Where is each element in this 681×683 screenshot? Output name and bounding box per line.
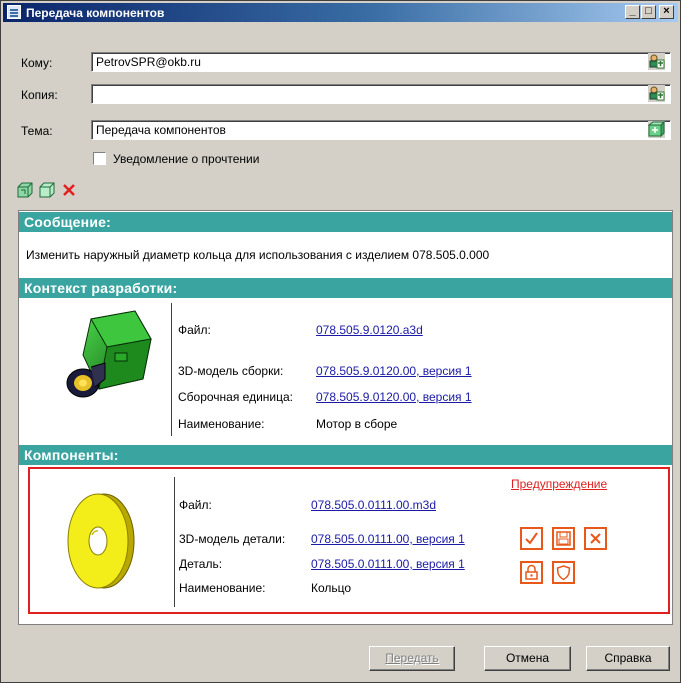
subject-field[interactable]: Передача компонентов bbox=[91, 120, 671, 140]
context-section-header: Контекст разработки: bbox=[19, 278, 672, 298]
reject-button[interactable] bbox=[584, 527, 607, 550]
context-assembly-label: Сборочная единица: bbox=[178, 390, 294, 404]
ring-part-image bbox=[67, 493, 135, 589]
add-part-icon[interactable] bbox=[38, 181, 56, 199]
read-receipt-checkbox[interactable] bbox=[93, 152, 106, 165]
components-section-header: Компоненты: bbox=[19, 445, 672, 465]
dialog-window: Передача компонентов _ □ × Кому: PetrovS… bbox=[0, 0, 681, 683]
lock-icon bbox=[525, 564, 538, 580]
address-book-icon bbox=[649, 54, 665, 69]
context-file-link[interactable]: 078.505.9.0120.a3d bbox=[316, 323, 423, 337]
component-add-icon bbox=[647, 120, 666, 138]
to-field[interactable]: PetrovSPR@okb.ru bbox=[91, 52, 671, 72]
component-name-value: Кольцо bbox=[311, 581, 352, 595]
minimize-button[interactable]: _ bbox=[625, 5, 640, 19]
context-model-label: 3D-модель сборки: bbox=[178, 364, 284, 378]
protect-button[interactable] bbox=[552, 561, 575, 584]
component-part-label: Деталь: bbox=[179, 557, 223, 571]
title-bar[interactable]: Передача компонентов _ □ × bbox=[3, 3, 678, 22]
warning-link[interactable]: Предупреждение bbox=[511, 477, 607, 491]
window-title: Передача компонентов bbox=[26, 6, 165, 20]
component-card: Файл: 078.505.0.0111.00.m3d 3D-модель де… bbox=[28, 467, 670, 614]
subject-label: Тема: bbox=[21, 124, 53, 138]
context-name-label: Наименование: bbox=[178, 417, 265, 431]
address-book-cc-button[interactable] bbox=[648, 85, 665, 102]
address-book-icon bbox=[649, 86, 665, 101]
context-divider bbox=[171, 303, 172, 436]
add-assembly-icon[interactable] bbox=[16, 181, 34, 199]
content-panel: Сообщение: Изменить наружный диаметр кол… bbox=[18, 210, 673, 625]
maximize-button[interactable]: □ bbox=[641, 5, 656, 19]
lock-button[interactable] bbox=[520, 561, 543, 584]
component-file-link[interactable]: 078.505.0.0111.00.m3d bbox=[311, 498, 436, 512]
message-section-header: Сообщение: bbox=[19, 212, 672, 232]
to-label: Кому: bbox=[21, 56, 53, 70]
component-divider bbox=[174, 477, 175, 607]
message-text: Изменить наружный диаметр кольца для исп… bbox=[26, 248, 490, 262]
save-button[interactable] bbox=[552, 527, 575, 550]
context-model-link[interactable]: 078.505.9.0120.00, версия 1 bbox=[316, 364, 472, 378]
component-model-link[interactable]: 078.505.0.0111.00, версия 1 bbox=[311, 532, 465, 546]
context-file-label: Файл: bbox=[178, 323, 211, 337]
close-button[interactable]: × bbox=[659, 5, 674, 19]
close-icon bbox=[590, 533, 601, 544]
help-button[interactable]: Справка bbox=[586, 646, 670, 671]
component-file-label: Файл: bbox=[179, 498, 212, 512]
send-button[interactable]: Передать bbox=[369, 646, 455, 671]
check-icon bbox=[525, 532, 538, 545]
shield-icon bbox=[556, 565, 571, 581]
address-book-to-button[interactable] bbox=[648, 53, 665, 70]
read-receipt-label: Уведомление о прочтении bbox=[113, 152, 260, 166]
delete-icon[interactable] bbox=[60, 181, 78, 199]
cc-field[interactable] bbox=[91, 84, 671, 104]
accept-button[interactable] bbox=[520, 527, 543, 550]
context-name-value: Мотор в сборе bbox=[316, 417, 398, 431]
context-assembly-link[interactable]: 078.505.9.0120.00, версия 1 bbox=[316, 390, 472, 404]
motor-assembly-image bbox=[66, 310, 152, 398]
component-part-link[interactable]: 078.505.0.0111.00, версия 1 bbox=[311, 557, 465, 571]
app-icon bbox=[7, 5, 21, 19]
cancel-button[interactable]: Отмена bbox=[484, 646, 571, 671]
save-icon bbox=[556, 531, 571, 546]
subject-template-button[interactable] bbox=[647, 120, 666, 138]
component-model-label: 3D-модель детали: bbox=[179, 532, 286, 546]
cc-label: Копия: bbox=[21, 88, 58, 102]
component-name-label: Наименование: bbox=[179, 581, 266, 595]
